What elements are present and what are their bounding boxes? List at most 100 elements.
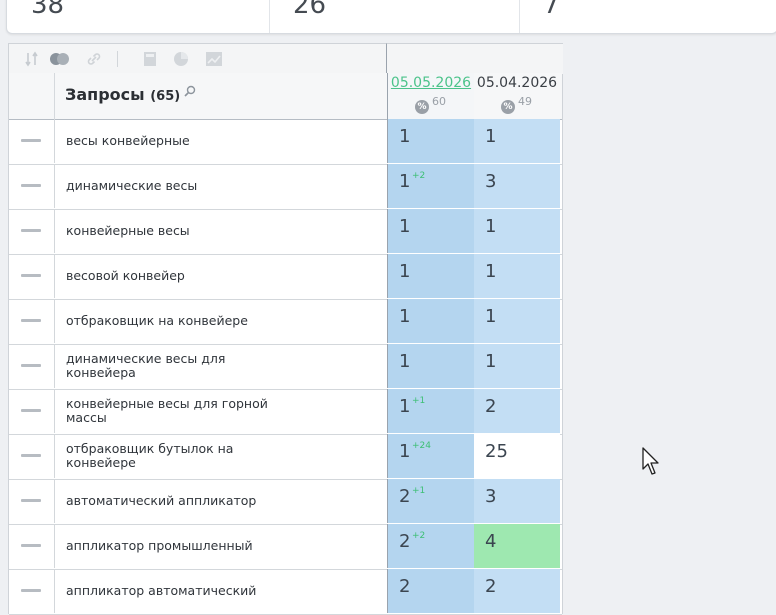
position-value: 1 bbox=[485, 306, 497, 327]
table-row[interactable]: динамические весы 1 +2 3 bbox=[9, 164, 562, 210]
percent-badge-icon: % bbox=[501, 100, 515, 114]
position-cell-date-2[interactable]: 1 bbox=[474, 209, 560, 253]
link-icon[interactable] bbox=[86, 51, 102, 67]
stat-2-value: 26 bbox=[293, 0, 327, 20]
position-value: 1 bbox=[399, 216, 411, 237]
table-row[interactable]: весы конвейерные 1 1 bbox=[9, 119, 562, 165]
queries-count: (65) bbox=[150, 89, 181, 104]
table-row[interactable]: аппликатор промышленный 2 +2 4 bbox=[9, 524, 562, 570]
keyword-label: автоматический аппликатор bbox=[66, 493, 257, 508]
table-row[interactable]: конвейерные весы 1 1 bbox=[9, 209, 562, 255]
date-label-2[interactable]: 05.04.2026 bbox=[474, 75, 560, 91]
row-drag-handle[interactable] bbox=[9, 119, 55, 163]
row-drag-handle[interactable] bbox=[9, 209, 55, 253]
drag-handle-icon bbox=[21, 364, 41, 367]
position-cell-date-2[interactable]: 2 bbox=[474, 389, 560, 433]
position-cell-date-1[interactable]: 1 bbox=[387, 254, 475, 298]
position-cell-date-1[interactable]: 1 +1 bbox=[387, 389, 475, 433]
position-value: 1 bbox=[485, 351, 497, 372]
position-cell-date-1[interactable]: 1 bbox=[387, 209, 475, 253]
position-cell-date-1[interactable]: 2 bbox=[387, 569, 475, 613]
position-value: 2 bbox=[399, 531, 411, 552]
table-row[interactable]: отбраковщик бутылок на конвейере 1 +24 25 bbox=[9, 434, 562, 480]
row-drag-handle[interactable] bbox=[9, 344, 55, 388]
queries-heading: Запросы (65) bbox=[65, 85, 180, 104]
position-value: 1 bbox=[485, 261, 497, 282]
drag-handle-icon bbox=[21, 319, 41, 322]
row-drag-handle[interactable] bbox=[9, 524, 55, 568]
position-cell-date-1[interactable]: 1 bbox=[387, 299, 475, 343]
table-row[interactable]: весовой конвейер 1 1 bbox=[9, 254, 562, 300]
position-cell-date-2[interactable]: 1 bbox=[474, 254, 560, 298]
date-column-1[interactable]: 05.05.2026 % 60 bbox=[387, 73, 475, 119]
search-icon[interactable] bbox=[183, 85, 197, 99]
position-value: 2 bbox=[485, 576, 497, 597]
keyword-label: весовой конвейер bbox=[66, 268, 185, 283]
position-cell-date-1[interactable]: 1 bbox=[387, 344, 475, 388]
stat-3: 7 bbox=[519, 0, 776, 33]
position-change: +1 bbox=[412, 486, 426, 496]
row-drag-handle[interactable] bbox=[9, 569, 55, 613]
pie-chart-icon[interactable] bbox=[173, 51, 189, 67]
keyword-label: отбраковщик на конвейере bbox=[66, 313, 248, 328]
date-header-corner bbox=[386, 43, 563, 74]
position-value: 1 bbox=[399, 171, 411, 192]
row-drag-handle[interactable] bbox=[9, 164, 55, 208]
queries-title: Запросы bbox=[65, 85, 145, 104]
position-cell-date-2[interactable]: 1 bbox=[474, 299, 560, 343]
position-change: +1 bbox=[412, 396, 426, 406]
position-cell-date-2[interactable]: 25 bbox=[474, 434, 560, 478]
position-cell-date-2[interactable]: 4 bbox=[474, 524, 560, 568]
table-row[interactable]: автоматический аппликатор 2 +1 3 bbox=[9, 479, 562, 525]
position-value: 3 bbox=[485, 486, 497, 507]
date-label-1[interactable]: 05.05.2026 bbox=[388, 75, 474, 91]
position-cell-date-1[interactable]: 2 +1 bbox=[387, 479, 475, 523]
keyword-label: аппликатор автоматический bbox=[66, 583, 257, 598]
position-value: 1 bbox=[399, 126, 411, 147]
sort-icon[interactable] bbox=[25, 51, 39, 67]
position-change: +2 bbox=[412, 171, 426, 181]
keyword-label: конвейерные весы для горной массы bbox=[66, 396, 268, 425]
date-column-2[interactable]: 05.04.2026 % 49 bbox=[474, 73, 560, 119]
table-row[interactable]: аппликатор автоматический 2 2 bbox=[9, 569, 562, 615]
row-drag-handle[interactable] bbox=[9, 254, 55, 298]
drag-handle-icon bbox=[21, 229, 41, 232]
position-value: 1 bbox=[485, 216, 497, 237]
drag-handle-icon bbox=[21, 274, 41, 277]
position-cell-date-1[interactable]: 2 +2 bbox=[387, 524, 475, 568]
calculator-icon[interactable] bbox=[142, 51, 158, 67]
position-cell-date-2[interactable]: 1 bbox=[474, 344, 560, 388]
table-header: Запросы (65) 05.05.2026 % 60 05.04.2026 … bbox=[9, 73, 562, 120]
table-row[interactable]: динамические весы для конвейера 1 1 bbox=[9, 344, 562, 390]
table-row[interactable]: конвейерные весы для горной массы 1 +1 2 bbox=[9, 389, 562, 435]
row-drag-handle[interactable] bbox=[9, 389, 55, 433]
drag-handle-icon bbox=[21, 499, 41, 502]
drag-handle-icon bbox=[21, 184, 41, 187]
position-value: 1 bbox=[485, 126, 497, 147]
position-cell-date-1[interactable]: 1 +24 bbox=[387, 434, 475, 478]
table-row[interactable]: отбраковщик на конвейере 1 1 bbox=[9, 299, 562, 345]
position-cell-date-1[interactable]: 1 +2 bbox=[387, 164, 475, 208]
position-cell-date-2[interactable]: 1 bbox=[474, 119, 560, 163]
position-value: 2 bbox=[399, 486, 411, 507]
position-change: +24 bbox=[412, 441, 431, 451]
position-cell-date-2[interactable]: 2 bbox=[474, 569, 560, 613]
position-cell-date-1[interactable]: 1 bbox=[387, 119, 475, 163]
drag-handle-icon bbox=[21, 454, 41, 457]
row-drag-handle[interactable] bbox=[9, 479, 55, 523]
positions-table: Запросы (65) 05.05.2026 % 60 05.04.2026 … bbox=[8, 43, 563, 615]
position-value: 2 bbox=[485, 396, 497, 417]
position-change: +2 bbox=[412, 531, 426, 541]
row-drag-handle[interactable] bbox=[9, 299, 55, 343]
position-cell-date-2[interactable]: 3 bbox=[474, 479, 560, 523]
row-drag-handle[interactable] bbox=[9, 434, 55, 478]
keyword-label: отбраковщик бутылок на конвейере bbox=[66, 441, 234, 470]
mouse-cursor-icon bbox=[642, 447, 659, 475]
stats-card: 38 26 7 bbox=[6, 0, 776, 34]
toggle-icon[interactable] bbox=[49, 51, 71, 67]
position-cell-date-2[interactable]: 3 bbox=[474, 164, 560, 208]
drag-handle-icon bbox=[21, 589, 41, 592]
keyword-label: аппликатор промышленный bbox=[66, 538, 253, 553]
chart-export-icon[interactable] bbox=[205, 51, 223, 67]
percent-badge-icon: % bbox=[415, 100, 429, 114]
